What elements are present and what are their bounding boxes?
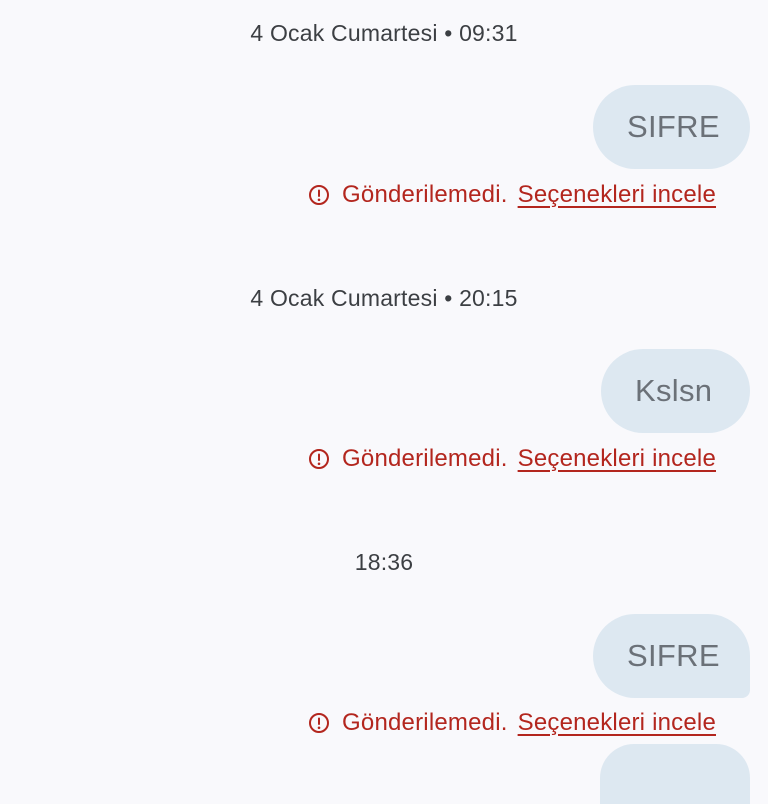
send-failed-status: Gönderilemedi. Seçenekleri incele [308, 706, 716, 740]
send-failed-label: Gönderilemedi. [342, 709, 508, 736]
timestamp: 18:36 [354, 549, 414, 575]
error-circle-icon [308, 712, 330, 734]
review-options-link[interactable]: Seçenekleri incele [518, 181, 716, 209]
error-circle-icon [308, 448, 330, 470]
sent-message-bubble-partial[interactable] [600, 744, 750, 804]
send-failed-status: Gönderilemedi. Seçenekleri incele [308, 442, 716, 476]
sent-message-bubble[interactable]: SIFRE [593, 85, 750, 169]
send-failed-label: Gönderilemedi. [342, 445, 508, 472]
review-options-link[interactable]: Seçenekleri incele [518, 709, 716, 737]
sent-message-bubble[interactable]: SIFRE [593, 614, 750, 698]
timestamp: 4 Ocak Cumartesi • 09:31 [250, 20, 518, 46]
send-failed-status: Gönderilemedi. Seçenekleri incele [308, 178, 716, 212]
sent-message-bubble[interactable]: Kslsn [601, 349, 750, 433]
review-options-link[interactable]: Seçenekleri incele [518, 445, 716, 473]
send-failed-label: Gönderilemedi. [342, 181, 508, 208]
error-circle-icon [308, 184, 330, 206]
message-thread: 4 Ocak Cumartesi • 09:31 SIFRE Gönderile… [0, 0, 768, 804]
timestamp: 4 Ocak Cumartesi • 20:15 [250, 285, 518, 311]
